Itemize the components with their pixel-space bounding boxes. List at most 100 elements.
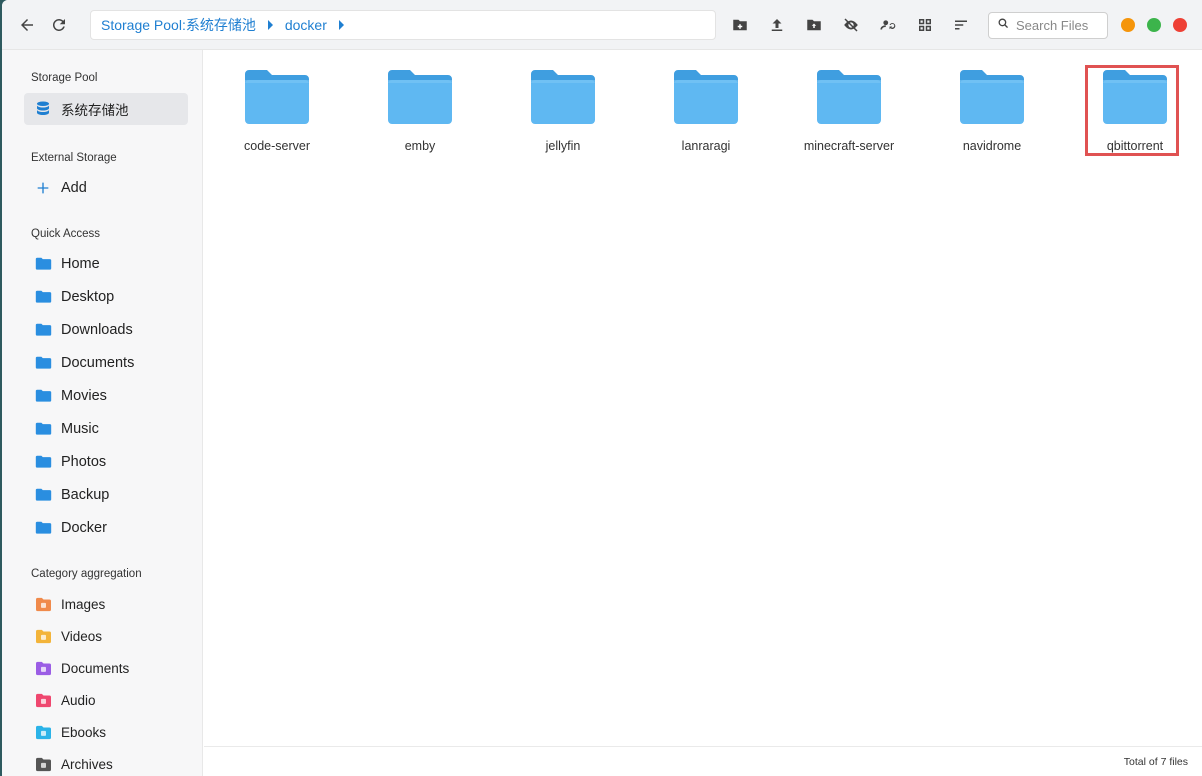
folder-icon — [958, 68, 1026, 131]
folder-icon — [243, 68, 311, 131]
search-icon — [997, 17, 1010, 35]
sidebar-category-archives[interactable]: Archives — [24, 748, 188, 776]
folder-item-jellyfin[interactable]: jellyfin — [501, 68, 625, 158]
sidebar-item-downloads[interactable]: Downloads — [24, 314, 188, 346]
toolbar: Storage Pool:系统存储池 docker — [2, 0, 1202, 50]
file-manager-window: Storage Pool:系统存储池 docker Search Files S… — [2, 0, 1202, 776]
archive-icon — [34, 756, 52, 772]
sidebar-item-label: Archives — [61, 756, 113, 772]
sidebar-item-documents[interactable]: Documents — [24, 347, 188, 379]
folder-name: qbittorrent — [1106, 139, 1164, 153]
folder-icon — [34, 289, 52, 305]
sidebar-item-add[interactable]: Add — [24, 172, 188, 204]
search-input[interactable] — [1016, 18, 1102, 33]
folder-icon — [34, 520, 52, 536]
sidebar-item-label: Documents — [61, 660, 130, 676]
folder-name: lanraragi — [681, 139, 731, 153]
folder-item-lanraragi[interactable]: lanraragi — [644, 68, 768, 158]
image-icon — [34, 596, 52, 612]
folder-icon — [34, 421, 52, 437]
folder-name: navidrome — [962, 139, 1022, 153]
grid-view-icon[interactable] — [912, 12, 938, 38]
sidebar-item-label: Downloads — [61, 322, 133, 338]
hide-icon[interactable] — [838, 12, 864, 38]
sidebar-item-label: Music — [61, 421, 99, 437]
database-icon — [34, 101, 52, 117]
sidebar-item-label: Add — [61, 180, 87, 196]
crumb-separator-icon — [338, 20, 344, 30]
storage-pool-title: Storage Pool — [31, 72, 98, 84]
upload-folder-icon[interactable] — [801, 12, 827, 38]
quick-access-title: Quick Access — [31, 228, 101, 240]
folder-icon — [34, 388, 52, 404]
external-storage-title: External Storage — [31, 152, 117, 164]
sidebar-item-docker[interactable]: Docker — [24, 512, 188, 544]
sidebar-item-label: Home — [61, 256, 100, 272]
sidebar-item-label: Images — [61, 596, 106, 612]
sidebar-item-label: Movies — [61, 388, 107, 404]
video-icon — [34, 628, 52, 644]
sidebar-category-ebooks[interactable]: Ebooks — [24, 716, 188, 748]
sidebar-category-documents[interactable]: Documents — [24, 652, 188, 684]
folder-item-code-server[interactable]: code-server — [215, 68, 339, 158]
folder-name: code-server — [244, 139, 310, 153]
sidebar-item-label: Documents — [61, 355, 135, 371]
folder-icon — [529, 68, 597, 131]
sidebar-item-home[interactable]: Home — [24, 248, 188, 280]
search-box[interactable] — [988, 12, 1108, 39]
crumb-docker[interactable]: docker — [285, 17, 327, 33]
sidebar-item-music[interactable]: Music — [24, 413, 188, 445]
file-count-text: Total of 7 files — [1123, 755, 1188, 768]
category-aggregation-title: Category aggregation — [31, 568, 142, 580]
sidebar-category-audio[interactable]: Audio — [24, 684, 188, 716]
folder-icon — [672, 68, 740, 131]
folder-name: jellyfin — [545, 139, 581, 153]
folder-item-minecraft-server[interactable]: minecraft-server — [787, 68, 911, 158]
sidebar-item-photos[interactable]: Photos — [24, 446, 188, 478]
close-button[interactable] — [1173, 18, 1187, 32]
plus-icon — [34, 180, 52, 196]
folder-icon — [815, 68, 883, 131]
folder-name: emby — [404, 139, 436, 153]
ebook-icon — [34, 724, 52, 740]
sort-icon[interactable] — [948, 12, 974, 38]
sidebar-item-backup[interactable]: Backup — [24, 479, 188, 511]
folder-icon — [34, 256, 52, 272]
folder-icon — [1101, 68, 1169, 131]
folder-name: minecraft-server — [803, 139, 895, 153]
sidebar-item-label: Desktop — [61, 289, 115, 305]
sidebar-item-label: 系统存储池 — [61, 103, 129, 118]
folder-icon — [386, 68, 454, 131]
folder-icon — [34, 322, 52, 338]
sidebar: Storage Pool 系统存储池 External Storage Add … — [2, 50, 203, 776]
folder-icon — [34, 355, 52, 371]
path-breadcrumb[interactable]: Storage Pool:系统存储池 docker — [90, 10, 716, 40]
document-icon — [34, 660, 52, 676]
refresh-icon[interactable] — [46, 12, 72, 38]
maximize-button[interactable] — [1147, 18, 1161, 32]
folder-item-emby[interactable]: emby — [358, 68, 482, 158]
sidebar-item-label: Docker — [61, 520, 107, 536]
folder-item-navidrome[interactable]: navidrome — [930, 68, 1054, 158]
sidebar-category-images[interactable]: Images — [24, 588, 188, 620]
sidebar-item-movies[interactable]: Movies — [24, 380, 188, 412]
crumb-separator-icon — [267, 20, 273, 30]
audio-icon — [34, 692, 52, 708]
file-grid: code-server emby jellyfin lanraragi minecraf… — [204, 50, 1202, 746]
minimize-button[interactable] — [1121, 18, 1135, 32]
folder-item-qbittorrent[interactable]: qbittorrent — [1073, 68, 1197, 158]
back-icon[interactable] — [14, 12, 40, 38]
folder-icon — [34, 487, 52, 503]
sidebar-item-desktop[interactable]: Desktop — [24, 281, 188, 313]
sidebar-item-label: Ebooks — [61, 724, 107, 740]
sidebar-category-videos[interactable]: Videos — [24, 620, 188, 652]
folder-icon — [34, 454, 52, 470]
upload-icon[interactable] — [764, 12, 790, 38]
sidebar-item-label: Photos — [61, 454, 107, 470]
new-folder-icon[interactable] — [727, 12, 753, 38]
sidebar-item-storage-pool[interactable]: 系统存储池 — [24, 93, 188, 125]
sidebar-item-label: Videos — [61, 628, 103, 644]
sync-icon[interactable] — [875, 12, 901, 38]
sidebar-item-label: Backup — [61, 487, 110, 503]
crumb-storage-pool[interactable]: Storage Pool:系统存储池 — [101, 15, 256, 35]
